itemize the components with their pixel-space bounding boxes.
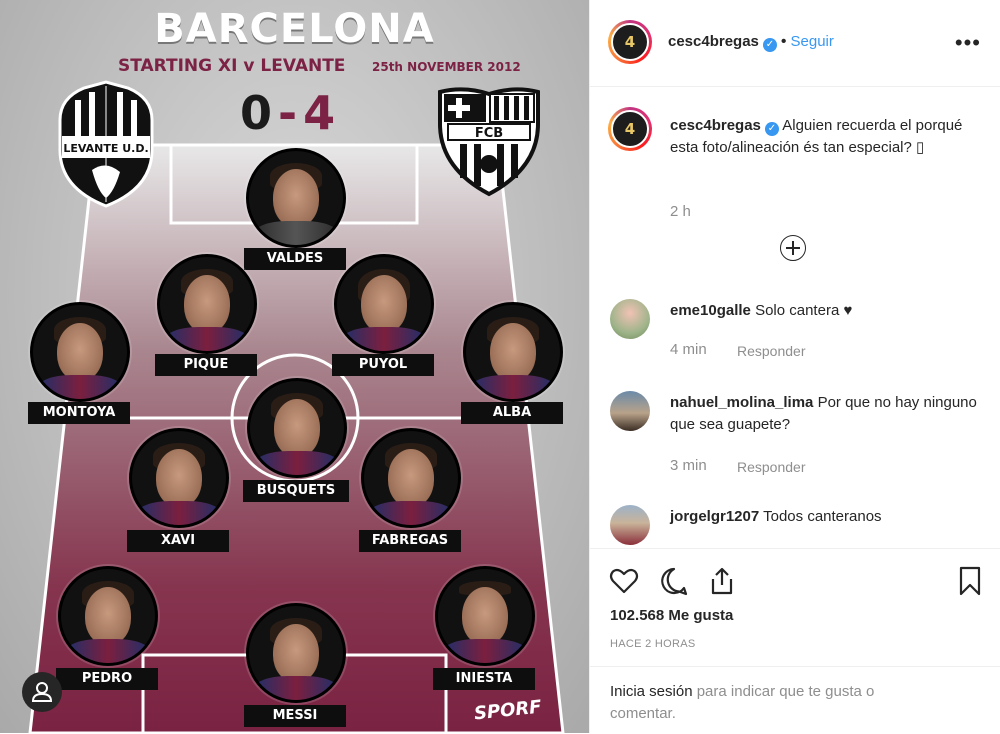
graphic-subtitle: STARTING XI v LEVANTE [118, 56, 346, 76]
player-photo [246, 603, 346, 703]
comment-username[interactable]: nahuel_molina_lima [670, 394, 813, 411]
comment-bubble-icon[interactable] [658, 565, 690, 597]
fcb-crest-icon: FCB [438, 87, 540, 197]
likes-count[interactable]: 102.568 Me gusta [610, 607, 733, 624]
caption-avatar[interactable]: 4 [608, 107, 652, 151]
follow-button[interactable]: Seguir [791, 33, 834, 50]
player-photo [246, 148, 346, 248]
header-user-line: cesc4bregas ✓ • Seguir [668, 33, 834, 52]
player-photo [463, 302, 563, 402]
caption-username[interactable]: cesc4bregas [670, 117, 761, 134]
comment-time[interactable]: 4 min [670, 341, 707, 358]
player-photo [129, 428, 229, 528]
comment-avatar[interactable] [610, 391, 650, 431]
player-name: PIQUE [155, 354, 257, 376]
comment-text: Solo cantera ♥ [755, 302, 853, 319]
player-name: ALBA [461, 402, 563, 424]
match-score: 0-4 [240, 86, 335, 140]
player-name: BUSQUETS [243, 480, 349, 502]
graphic-title: BARCELONA [154, 6, 435, 52]
player-name: INIESTA [433, 668, 535, 690]
comment-text-block: eme10galle Solo cantera ♥ [670, 300, 990, 322]
login-prompt: Inicia sesión para indicar que te gusta … [590, 666, 1000, 734]
header-separator: • [780, 33, 787, 50]
login-text: Inicia sesión para indicar que te gusta … [610, 681, 940, 725]
score-away: 4 [303, 86, 336, 140]
author-avatar[interactable]: 4 [608, 20, 652, 64]
post-actions: 102.568 Me gusta HACE 2 HORAS [590, 548, 1000, 667]
user-tag-button[interactable] [22, 672, 62, 712]
avatar-logo: 4 [611, 23, 649, 61]
levante-crest-icon: LEVANTE U.D. [58, 80, 154, 208]
lineup-graphic: BARCELONA STARTING XI v LEVANTE 25th NOV… [0, 0, 589, 733]
player-name: PEDRO [56, 668, 158, 690]
comment-avatar[interactable] [610, 505, 650, 545]
reply-button[interactable]: Responder [737, 459, 806, 475]
header-username[interactable]: cesc4bregas [668, 33, 759, 50]
verified-badge-icon: ✓ [764, 122, 779, 136]
comment-text: Todos canteranos [763, 508, 882, 525]
comment-username[interactable]: eme10galle [670, 302, 751, 319]
player-photo [157, 254, 257, 354]
reply-button[interactable]: Responder [737, 343, 806, 359]
player-photo [361, 428, 461, 528]
load-more-comments-icon[interactable] [780, 235, 806, 261]
comment-time[interactable]: 3 min [670, 457, 707, 474]
avatar-logo: 4 [611, 110, 649, 148]
score-home: 0 [240, 86, 273, 140]
match-date: 25th NOVEMBER 2012 [372, 60, 521, 74]
comment-avatar[interactable] [610, 299, 650, 339]
player-name: VALDES [244, 248, 346, 270]
svg-text:LEVANTE U.D.: LEVANTE U.D. [63, 142, 148, 155]
user-icon [31, 682, 53, 702]
svg-text:FCB: FCB [475, 126, 503, 141]
player-name: PUYOL [332, 354, 434, 376]
player-name: FABREGAS [359, 530, 461, 552]
score-dash: - [278, 86, 298, 140]
player-name: XAVI [127, 530, 229, 552]
comments-section: 4 cesc4bregas ✓ Alguien recuerda el porqu… [590, 87, 1000, 548]
caption-time[interactable]: 2 h [670, 203, 691, 220]
player-photo [334, 254, 434, 354]
post-timestamp[interactable]: HACE 2 HORAS [610, 638, 696, 650]
like-heart-icon[interactable] [608, 565, 640, 597]
more-options-icon[interactable]: ••• [955, 30, 981, 56]
player-photo [30, 302, 130, 402]
verified-badge-icon: ✓ [762, 38, 777, 52]
comment-text-block: nahuel_molina_lima Por que no hay ningun… [670, 392, 990, 436]
login-link[interactable]: Inicia sesión [610, 683, 693, 700]
player-photo [435, 566, 535, 666]
share-icon[interactable] [706, 565, 738, 597]
bookmark-icon[interactable] [954, 565, 986, 597]
comment-text-block: jorgelgr1207 Todos canteranos [670, 506, 990, 528]
player-photo [58, 566, 158, 666]
post-header: 4 cesc4bregas ✓ • Seguir ••• [590, 0, 1000, 87]
caption-text-block: cesc4bregas ✓ Alguien recuerda el porqué … [670, 115, 990, 159]
comment-username[interactable]: jorgelgr1207 [670, 508, 759, 525]
player-photo [247, 378, 347, 478]
player-name: MONTOYA [28, 402, 130, 424]
player-name: MESSI [244, 705, 346, 727]
post-panel: 4 cesc4bregas ✓ • Seguir ••• 4 cesc4bregas ✓… [589, 0, 1000, 733]
